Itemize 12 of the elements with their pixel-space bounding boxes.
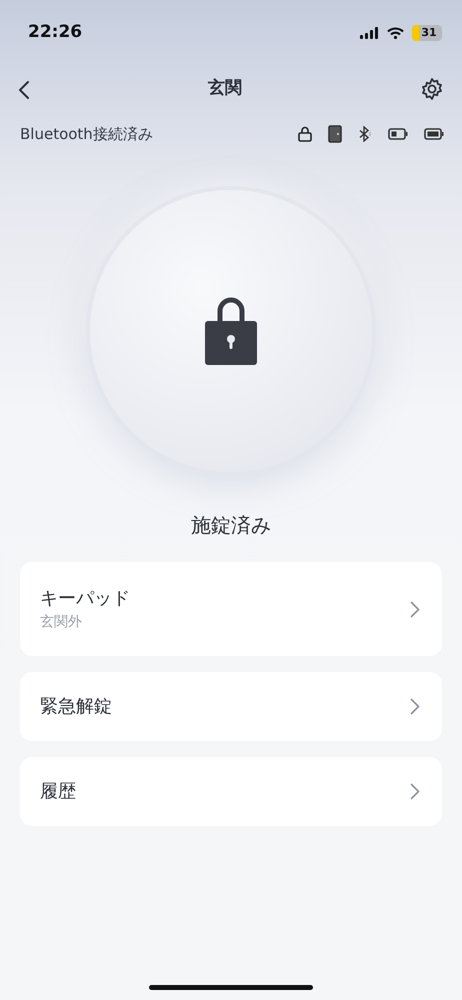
page-title: 玄関 [208, 77, 242, 100]
menu-item-title: キーパッド [40, 587, 130, 611]
menu-item-subtitle: 玄関外 [40, 613, 83, 632]
menu-item-title: 履歴 [40, 780, 76, 804]
connection-status: Bluetooth接続済み [20, 124, 153, 145]
lock-status: 施錠済み [190, 512, 272, 539]
menu-item[interactable]: キーパッド 玄関外 [20, 562, 442, 656]
battery-icon: 31 [412, 25, 442, 41]
clock-time: 22:26 [28, 21, 82, 44]
menu-item[interactable]: 履歴 [20, 757, 442, 826]
menu-item-title: 緊急解錠 [40, 695, 112, 719]
menu-item[interactable]: 緊急解錠 [20, 672, 442, 741]
